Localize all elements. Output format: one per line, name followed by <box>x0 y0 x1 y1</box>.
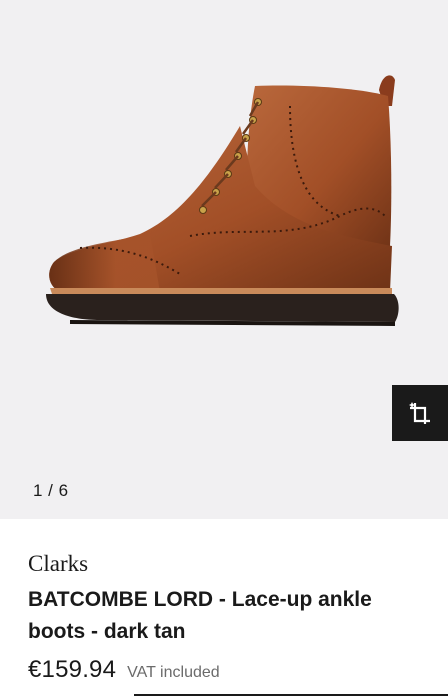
price: €159.94 <box>28 656 117 683</box>
divider <box>134 694 448 696</box>
virtual-try-on-button[interactable] <box>392 385 448 441</box>
sparkle-crop-icon <box>409 402 430 424</box>
product-title: BATCOMBE LORD - Lace-up ankle boots - da… <box>28 588 372 643</box>
brand-name[interactable]: Clarks <box>28 551 88 577</box>
price-row: €159.94 VAT included <box>28 656 220 684</box>
vat-note: VAT included <box>127 664 220 681</box>
product-image-gallery[interactable]: 1 / 6 <box>0 0 448 519</box>
product-image[interactable] <box>40 66 410 336</box>
image-counter: 1 / 6 <box>33 481 69 500</box>
